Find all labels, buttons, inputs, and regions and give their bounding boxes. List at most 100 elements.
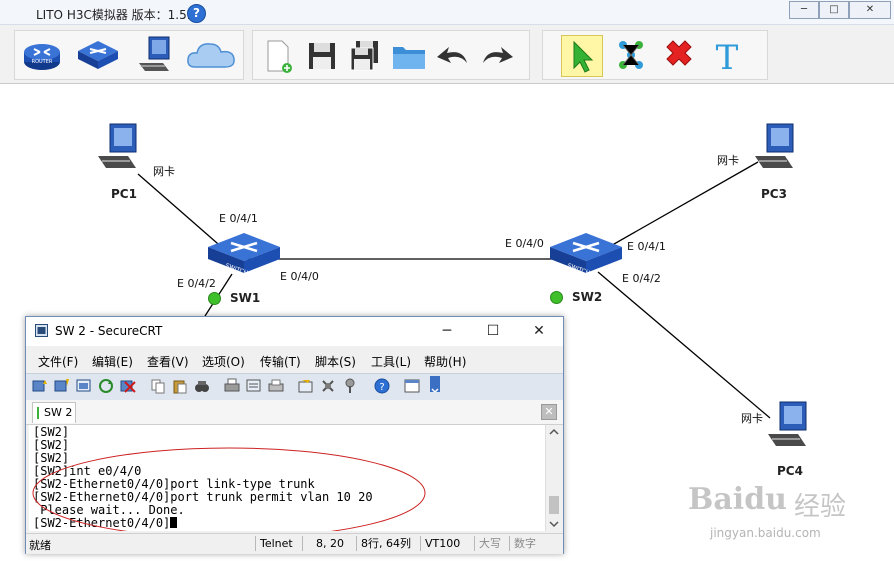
edit-toolbar-group: T: [542, 30, 768, 80]
securecrt-window[interactable]: SW 2 - SecureCRT ─ ☐ ✕ 文件(F) 编辑(E) 查看(V)…: [25, 316, 564, 554]
minimize-button[interactable]: ─: [789, 1, 819, 19]
menu-edit[interactable]: 编辑(E): [92, 353, 133, 370]
menu-transfer[interactable]: 传输(T): [260, 353, 301, 370]
pc-tool-button[interactable]: [135, 35, 175, 75]
crt-maximize-button[interactable]: ☐: [480, 321, 506, 341]
pc1-icon[interactable]: [96, 122, 142, 172]
connect-tool-button[interactable]: [611, 35, 651, 75]
status-rows-cols: 8行, 64列: [356, 536, 415, 551]
securecrt-toolbar: ?: [26, 373, 563, 401]
sw2-status-dot: [550, 291, 563, 304]
text-tool-button[interactable]: T: [707, 35, 747, 78]
status-cursor-position: 8, 20: [302, 536, 357, 551]
sw2-label: SW2: [572, 290, 603, 304]
baidu-watermark: Baidu 经验 jingyan.baidu.com: [684, 480, 884, 558]
device-toolbar-group: ROUTER: [14, 30, 244, 80]
session-tab-label: SW 2: [44, 406, 73, 419]
menu-script[interactable]: 脚本(S): [315, 353, 356, 370]
maximize-button[interactable]: □: [819, 1, 849, 19]
save-as-icon: [350, 41, 378, 71]
pc1-label: PC1: [111, 187, 137, 201]
menu-tools[interactable]: 工具(L): [371, 353, 411, 370]
delete-x-icon: [666, 40, 692, 66]
quick-connect-icon[interactable]: [54, 378, 70, 394]
pc3-icon[interactable]: [753, 122, 799, 172]
scroll-up-icon[interactable]: [546, 427, 562, 437]
cloud-tool-button[interactable]: [185, 35, 237, 75]
print-setup-icon[interactable]: [246, 378, 262, 394]
scroll-down-icon[interactable]: [546, 519, 562, 529]
connect-tab-icon[interactable]: [76, 378, 92, 394]
pc3-nic-label: 网卡: [717, 154, 739, 167]
securecrt-app-icon: [35, 324, 48, 337]
find-icon[interactable]: [194, 378, 210, 394]
undo-button[interactable]: [433, 35, 473, 75]
tab-close-icon[interactable]: ✕: [541, 404, 557, 420]
annotation-ellipse: [32, 447, 426, 531]
terminal-output[interactable]: [SW2] [SW2] [SW2] [SW2]int e0/4/0 [SW2-E…: [29, 425, 545, 531]
connect-icon[interactable]: [32, 378, 48, 394]
session-tab-sw2[interactable]: SW 2: [32, 402, 76, 423]
help-question-icon[interactable]: ?: [374, 378, 390, 394]
sw1-port-e042-label: E 0/4/2: [177, 277, 216, 290]
switch-tool-button[interactable]: [76, 35, 118, 75]
menu-view[interactable]: 查看(V): [147, 353, 189, 370]
cloud-icon: [187, 43, 235, 68]
svg-text:ROUTER: ROUTER: [32, 59, 53, 65]
select-pointer-button[interactable]: [561, 35, 603, 77]
toolbar-overflow-chevron-down-icon[interactable]: [430, 376, 446, 392]
close-button[interactable]: ✕: [849, 1, 891, 19]
window-tile-icon[interactable]: [404, 378, 420, 394]
pc-icon: [139, 36, 170, 71]
sw1-icon[interactable]: SWITCH: [205, 229, 283, 279]
global-options-icon[interactable]: [320, 378, 336, 394]
printer-icon[interactable]: [268, 378, 284, 394]
help-icon[interactable]: ?: [187, 4, 206, 23]
copy-icon[interactable]: [150, 378, 166, 394]
app-title: LITO H3C模拟器 版本：1.5.2: [36, 8, 199, 22]
menu-help[interactable]: 帮助(H): [424, 353, 466, 370]
status-protocol: Telnet: [255, 536, 297, 551]
app-titlebar: LITO H3C模拟器 版本：1.5.2 ? ─ □ ✕: [0, 0, 894, 25]
save-button[interactable]: [301, 35, 341, 75]
delete-tool-button[interactable]: [659, 35, 699, 75]
reconnect-icon[interactable]: [98, 378, 114, 394]
menu-file[interactable]: 文件(F): [38, 353, 78, 370]
sw1-label: SW1: [230, 291, 261, 305]
securecrt-titlebar[interactable]: SW 2 - SecureCRT ─ ☐ ✕: [26, 317, 563, 346]
pc4-label: PC4: [777, 464, 803, 478]
router-icon: ROUTER: [24, 44, 60, 70]
save-as-button[interactable]: [345, 35, 385, 75]
sw2-port-e042-label: E 0/4/2: [622, 272, 661, 285]
new-file-icon: [267, 40, 292, 73]
paste-icon[interactable]: [172, 378, 188, 394]
session-options-icon[interactable]: [298, 378, 314, 394]
menu-options[interactable]: 选项(O): [202, 353, 245, 370]
terminal-scrollbar[interactable]: [545, 425, 562, 531]
securecrt-title: SW 2 - SecureCRT: [55, 324, 163, 338]
open-folder-button[interactable]: [389, 35, 429, 75]
sw1-status-dot: [208, 292, 221, 305]
pc4-nic-label: 网卡: [741, 412, 763, 425]
sw2-icon[interactable]: SWITCH: [547, 229, 625, 279]
sw2-port-e041-label: E 0/4/1: [627, 240, 666, 253]
sw1-port-e041-label: E 0/4/1: [219, 212, 258, 225]
redo-button[interactable]: [477, 35, 517, 75]
connect-nodes-icon: [619, 41, 643, 69]
crt-minimize-button[interactable]: ─: [434, 321, 460, 341]
scrollbar-thumb[interactable]: [549, 496, 559, 514]
pc4-icon[interactable]: [766, 400, 812, 450]
crt-close-button[interactable]: ✕: [526, 321, 552, 341]
keymap-icon[interactable]: [342, 378, 358, 394]
sw1-port-e040-label: E 0/4/0: [280, 270, 319, 283]
print-icon[interactable]: [224, 378, 240, 394]
status-terminal-type: VT100: [420, 536, 464, 551]
new-file-button[interactable]: [257, 35, 297, 75]
disconnect-icon[interactable]: [120, 378, 136, 394]
router-tool-button[interactable]: ROUTER: [22, 35, 62, 75]
undo-icon: [437, 47, 467, 63]
status-num-lock: 数字: [509, 536, 540, 551]
session-tab-row: SW 2 ✕: [26, 400, 563, 425]
securecrt-menubar: 文件(F) 编辑(E) 查看(V) 选项(O) 传输(T) 脚本(S) 工具(L…: [26, 348, 563, 372]
watermark-url: jingyan.baidu.com: [710, 526, 821, 540]
